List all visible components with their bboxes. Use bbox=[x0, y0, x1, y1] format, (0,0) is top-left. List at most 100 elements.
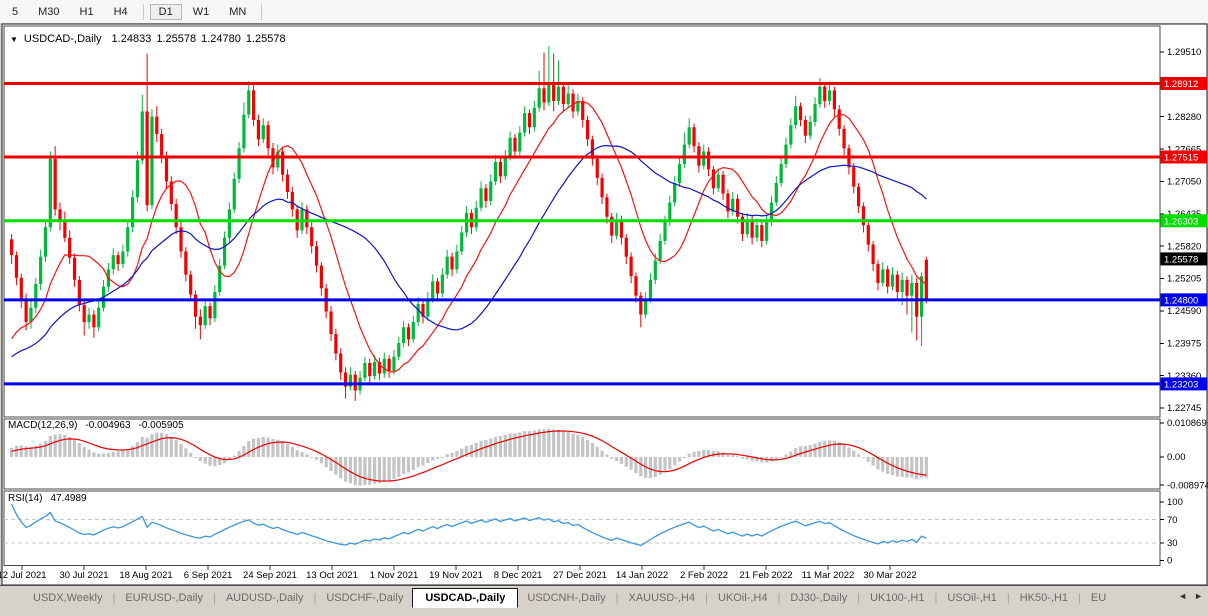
candle-body bbox=[213, 292, 216, 318]
candle-body bbox=[334, 334, 337, 353]
macd-bar bbox=[78, 443, 81, 457]
macd-bar bbox=[813, 444, 816, 457]
timeframe-button-mn[interactable]: MN bbox=[220, 4, 255, 20]
candle-body bbox=[204, 306, 207, 325]
tab-xauusd-h4[interactable]: XAUUSD-,H4 bbox=[619, 589, 704, 607]
tab-usdcad-daily[interactable]: USDCAD-,Daily bbox=[412, 588, 518, 608]
date-label: 21 Feb 2022 bbox=[739, 570, 792, 581]
candle-body bbox=[504, 157, 507, 176]
macd-bar bbox=[271, 439, 274, 457]
tab-uk100-h1[interactable]: UK100-,H1 bbox=[861, 589, 933, 607]
tab-usdx-weekly[interactable]: USDX,Weekly bbox=[24, 589, 111, 607]
candle-body bbox=[431, 281, 434, 298]
candle-body bbox=[518, 133, 521, 152]
tab-ukoil-h4[interactable]: UKOil-,H4 bbox=[709, 589, 777, 607]
macd-bar bbox=[213, 457, 216, 466]
candle-body bbox=[547, 83, 550, 102]
macd-bar bbox=[354, 457, 357, 485]
candle-body bbox=[538, 88, 541, 107]
candle-body bbox=[165, 157, 168, 182]
macd-bar bbox=[421, 457, 424, 465]
tab-usdchf-daily[interactable]: USDCHF-,Daily bbox=[317, 589, 412, 607]
candle-body bbox=[663, 222, 666, 241]
candle-body bbox=[823, 87, 826, 101]
candle-body bbox=[407, 327, 410, 339]
macd-bar bbox=[620, 457, 623, 464]
tab-audusd-daily[interactable]: AUDUSD-,Daily bbox=[217, 589, 313, 607]
macd-bar bbox=[905, 457, 908, 478]
date-label: 19 Nov 2021 bbox=[429, 570, 483, 581]
candle-body bbox=[794, 106, 797, 125]
tab-usoil-h1[interactable]: USOil-,H1 bbox=[938, 589, 1006, 607]
macd-bar bbox=[857, 454, 860, 457]
price-level-box-label: 1.27515 bbox=[1164, 152, 1198, 163]
candle-body bbox=[383, 359, 386, 374]
candle-body bbox=[242, 115, 245, 149]
tab-scroll-arrows: ◄ ► bbox=[1178, 591, 1203, 601]
macd-bar bbox=[721, 452, 724, 457]
candle-body bbox=[833, 90, 836, 109]
macd-bar bbox=[68, 437, 71, 457]
candle-body bbox=[116, 255, 119, 264]
candle-body bbox=[310, 227, 313, 246]
rsi-indicator-label: RSI(14) 47.4989 bbox=[8, 493, 95, 504]
candle-body bbox=[15, 255, 18, 278]
timeframe-button-m30[interactable]: M30 bbox=[29, 4, 68, 20]
price-tick-label: 1.28280 bbox=[1167, 112, 1201, 123]
timeframe-button-5[interactable]: 5 bbox=[3, 4, 27, 20]
tab-usdcnh-daily[interactable]: USDCNH-,Daily bbox=[518, 589, 614, 607]
rsi-value: 47.4989 bbox=[50, 493, 86, 504]
macd-bar bbox=[286, 444, 289, 457]
candle-body bbox=[712, 169, 715, 188]
candle-body bbox=[97, 308, 100, 327]
macd-bar bbox=[392, 457, 395, 479]
tab-eu[interactable]: EU bbox=[1082, 589, 1115, 607]
macd-bar bbox=[600, 451, 603, 457]
timeframe-button-w1[interactable]: W1 bbox=[184, 4, 219, 20]
candle-body bbox=[10, 239, 13, 255]
candle-body bbox=[910, 283, 913, 296]
macd-bar bbox=[436, 457, 439, 459]
candle-body bbox=[392, 357, 395, 371]
candle-body bbox=[368, 363, 371, 376]
macd-bar bbox=[673, 457, 676, 465]
candle-body bbox=[896, 275, 899, 292]
tab-eurusd-daily[interactable]: EURUSD-,Daily bbox=[116, 589, 212, 607]
candle-body bbox=[886, 269, 889, 286]
date-label: 1 Nov 2021 bbox=[370, 570, 419, 581]
candle-body bbox=[804, 120, 807, 136]
candle-body bbox=[557, 87, 560, 101]
candle-body bbox=[126, 227, 129, 251]
macd-bar bbox=[634, 457, 637, 473]
candle-body bbox=[184, 251, 187, 274]
candle-body bbox=[828, 90, 831, 101]
candle-body bbox=[155, 117, 158, 134]
date-label: 27 Dec 2021 bbox=[553, 570, 607, 581]
candle-body bbox=[228, 209, 231, 237]
rsi-tick-label: 0 bbox=[1167, 556, 1172, 567]
tab-scroll-left-icon[interactable]: ◄ bbox=[1178, 591, 1187, 601]
macd-bar bbox=[823, 441, 826, 457]
candle-body bbox=[320, 266, 323, 289]
candle-body bbox=[789, 125, 792, 144]
chart-canvas[interactable]: 1.295101.282801.276651.270501.264351.258… bbox=[0, 0, 1208, 616]
symbol-dropdown-icon[interactable]: ▼ bbox=[10, 35, 18, 44]
candle-body bbox=[441, 275, 444, 294]
timeframe-button-h1[interactable]: H1 bbox=[71, 4, 103, 20]
toolbar-separator bbox=[143, 4, 144, 20]
macd-bar bbox=[649, 457, 652, 478]
macd-bar bbox=[901, 457, 904, 477]
tab-scroll-right-icon[interactable]: ► bbox=[1194, 591, 1203, 601]
tab-dj30-daily[interactable]: DJ30-,Daily bbox=[781, 589, 856, 607]
candle-body bbox=[596, 159, 599, 178]
tab-hk50-h1[interactable]: HK50-,H1 bbox=[1011, 589, 1077, 607]
macd-bar bbox=[388, 457, 391, 481]
timeframe-button-d1[interactable]: D1 bbox=[150, 4, 182, 20]
macd-bar bbox=[605, 455, 608, 457]
timeframe-button-h4[interactable]: H4 bbox=[105, 4, 137, 20]
candle-body bbox=[692, 127, 695, 146]
macd-bar bbox=[847, 447, 850, 457]
candle-body bbox=[552, 83, 555, 101]
macd-bar bbox=[576, 435, 579, 457]
status-strip bbox=[0, 609, 1208, 616]
